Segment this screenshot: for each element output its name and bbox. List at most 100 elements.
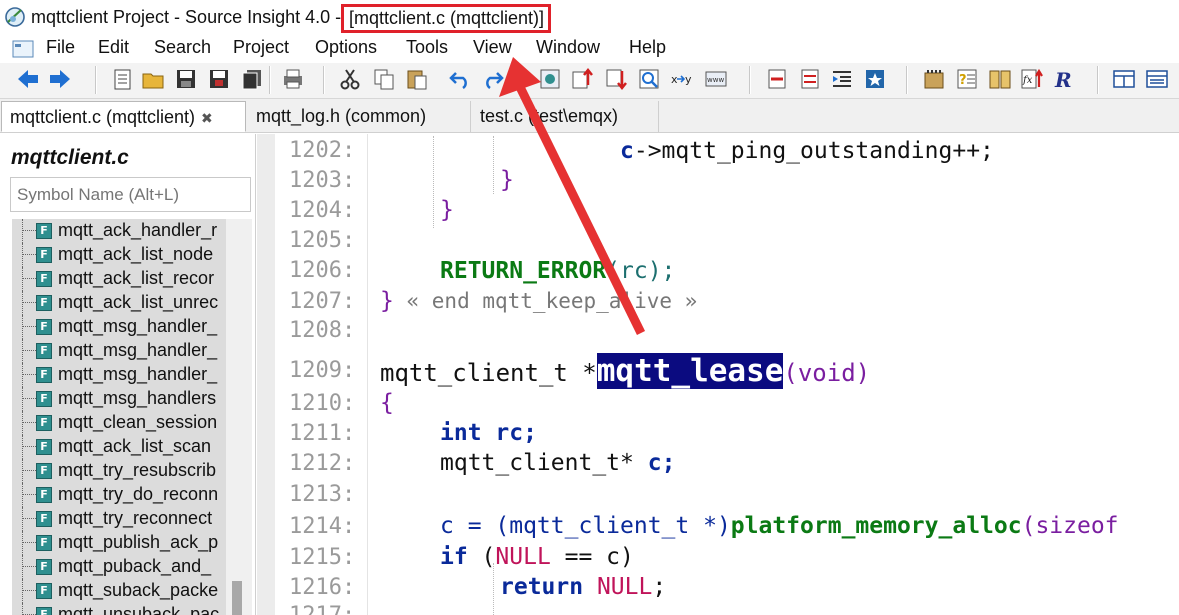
symbol-list-item[interactable]: Fmqtt_publish_ack_p bbox=[12, 531, 226, 555]
svg-text:R: R bbox=[1054, 68, 1072, 91]
document-menu-icon[interactable] bbox=[12, 40, 34, 58]
menu-options[interactable]: Options bbox=[315, 37, 377, 58]
line-number: 1209: bbox=[289, 358, 356, 383]
function-symbol-icon: F bbox=[36, 319, 52, 335]
menu-search[interactable]: Search bbox=[154, 37, 211, 58]
cascade-window-icon[interactable] bbox=[1145, 67, 1169, 91]
code-line-1202: c->mqtt_ping_outstanding++; bbox=[620, 138, 994, 164]
svg-text:www: www bbox=[707, 76, 724, 84]
indent-guide bbox=[493, 136, 494, 194]
tab-close-icon[interactable]: ✖ bbox=[201, 110, 213, 126]
close-all-icon[interactable] bbox=[240, 67, 264, 91]
svg-text:x: x bbox=[671, 73, 678, 86]
context-window-icon[interactable]: ? bbox=[955, 67, 979, 91]
symbol-list-item[interactable]: Fmqtt_try_do_reconn bbox=[12, 483, 226, 507]
symbol-list-item[interactable]: Fmqtt_ack_list_unrec bbox=[12, 291, 226, 315]
copy-icon[interactable] bbox=[372, 67, 396, 91]
favorite-icon[interactable] bbox=[863, 67, 887, 91]
symbol-list-item[interactable]: Fmqtt_msg_handler_ bbox=[12, 315, 226, 339]
function-symbol-icon: F bbox=[36, 535, 52, 551]
line-number: 1206: bbox=[289, 258, 356, 283]
function-list-icon[interactable]: fx bbox=[1020, 67, 1044, 91]
gutter-divider bbox=[367, 134, 368, 615]
back-arrow-icon[interactable] bbox=[16, 67, 40, 91]
function-symbol-icon: F bbox=[36, 343, 52, 359]
toolbar-separator bbox=[749, 66, 751, 94]
save-all-icon[interactable] bbox=[207, 67, 231, 91]
replace-icon[interactable]: xy bbox=[670, 67, 694, 91]
browse-icon[interactable] bbox=[538, 67, 562, 91]
jump-up-icon[interactable] bbox=[570, 67, 594, 91]
paste-icon[interactable] bbox=[405, 67, 429, 91]
symbol-list-item[interactable]: Fmqtt_msg_handler_ bbox=[12, 339, 226, 363]
symbol-list-item[interactable]: Fmqtt_ack_handler_r bbox=[12, 219, 226, 243]
symbol-list-item[interactable]: Fmqtt_unsuback_pac bbox=[12, 603, 226, 615]
tab-mqtt-log-h[interactable]: mqtt_log.h (common) bbox=[248, 101, 471, 132]
save-icon[interactable] bbox=[174, 67, 198, 91]
symbol-search-input[interactable] bbox=[10, 177, 251, 212]
code-line-1214: c = (mqtt_client_t *)platform_memory_all… bbox=[440, 513, 1119, 539]
undo-icon[interactable] bbox=[448, 67, 472, 91]
code-line-1212: mqtt_client_t* c; bbox=[440, 450, 676, 476]
bookmark-next-icon[interactable] bbox=[798, 67, 822, 91]
bookmark-prev-icon[interactable] bbox=[765, 67, 789, 91]
symbol-list-item[interactable]: Fmqtt_ack_list_scan bbox=[12, 435, 226, 459]
redo-icon[interactable] bbox=[481, 67, 505, 91]
function-symbol-icon: F bbox=[36, 295, 52, 311]
scrollbar-thumb[interactable] bbox=[232, 581, 242, 615]
indent-icon[interactable] bbox=[830, 67, 854, 91]
indent-guide bbox=[493, 563, 494, 615]
indent-guide bbox=[433, 136, 434, 228]
lookup-icon[interactable] bbox=[637, 67, 661, 91]
symbol-list-item[interactable]: Fmqtt_ack_list_recor bbox=[12, 267, 226, 291]
tab-label: mqtt_log.h (common) bbox=[256, 106, 427, 126]
symbol-list-item[interactable]: Fmqtt_msg_handler_ bbox=[12, 363, 226, 387]
symbol-list-item[interactable]: Fmqtt_puback_and_ bbox=[12, 555, 226, 579]
project-window-icon[interactable] bbox=[922, 67, 946, 91]
menu-file[interactable]: File bbox=[46, 37, 75, 58]
relation-window-icon[interactable] bbox=[988, 67, 1012, 91]
line-number: 1210: bbox=[289, 391, 356, 416]
line-number: 1216: bbox=[289, 575, 356, 600]
cut-icon[interactable] bbox=[338, 67, 362, 91]
code-line-1206: RETURN_ERROR(rc); bbox=[440, 258, 676, 284]
symbol-info-icon[interactable]: R bbox=[1053, 67, 1077, 91]
code-line-1211: int rc; bbox=[440, 420, 537, 446]
line-number: 1212: bbox=[289, 451, 356, 476]
function-symbol-icon: F bbox=[36, 607, 52, 615]
toolbar-separator bbox=[269, 66, 271, 94]
menu-window[interactable]: Window bbox=[536, 37, 600, 58]
symbol-list-item[interactable]: Fmqtt_try_reconnect bbox=[12, 507, 226, 531]
tile-window-icon[interactable] bbox=[1112, 67, 1136, 91]
print-icon[interactable] bbox=[281, 67, 305, 91]
line-number: 1202: bbox=[289, 138, 356, 163]
web-search-icon[interactable]: www bbox=[704, 67, 728, 91]
svg-text:fx: fx bbox=[1022, 75, 1033, 86]
line-number: 1203: bbox=[289, 168, 356, 193]
jump-down-icon[interactable] bbox=[604, 67, 628, 91]
line-number: 1208: bbox=[289, 318, 356, 343]
code-line-1209: mqtt_client_t *mqtt_lease(void) bbox=[380, 353, 871, 389]
symbol-list-item[interactable]: Fmqtt_ack_list_node bbox=[12, 243, 226, 267]
symbol-list[interactable]: Fmqtt_ack_handler_r Fmqtt_ack_list_node … bbox=[12, 219, 226, 615]
menu-project[interactable]: Project bbox=[233, 37, 289, 58]
symbol-list-item[interactable]: Fmqtt_suback_packe bbox=[12, 579, 226, 603]
symbol-list-item[interactable]: Fmqtt_msg_handlers bbox=[12, 387, 226, 411]
function-symbol-icon: F bbox=[36, 391, 52, 407]
menu-view[interactable]: View bbox=[473, 37, 512, 58]
symbol-list-scrollbar[interactable] bbox=[226, 219, 252, 615]
line-number: 1215: bbox=[289, 545, 356, 570]
forward-arrow-icon[interactable] bbox=[48, 67, 72, 91]
function-symbol-icon: F bbox=[36, 487, 52, 503]
tab-test-c[interactable]: test.c (test\emqx) bbox=[472, 101, 659, 132]
symbol-list-item[interactable]: Fmqtt_clean_session bbox=[12, 411, 226, 435]
menu-tools[interactable]: Tools bbox=[406, 37, 448, 58]
tab-mqttclient-c[interactable]: mqttclient.c (mqttclient) ✖ bbox=[1, 101, 246, 132]
highlighted-symbol[interactable]: mqtt_lease bbox=[596, 353, 784, 389]
new-file-icon[interactable] bbox=[111, 67, 135, 91]
open-folder-icon[interactable] bbox=[141, 67, 165, 91]
symbol-list-item[interactable]: Fmqtt_try_resubscrib bbox=[12, 459, 226, 483]
menu-edit[interactable]: Edit bbox=[98, 37, 129, 58]
menu-help[interactable]: Help bbox=[629, 37, 666, 58]
function-symbol-icon: F bbox=[36, 559, 52, 575]
